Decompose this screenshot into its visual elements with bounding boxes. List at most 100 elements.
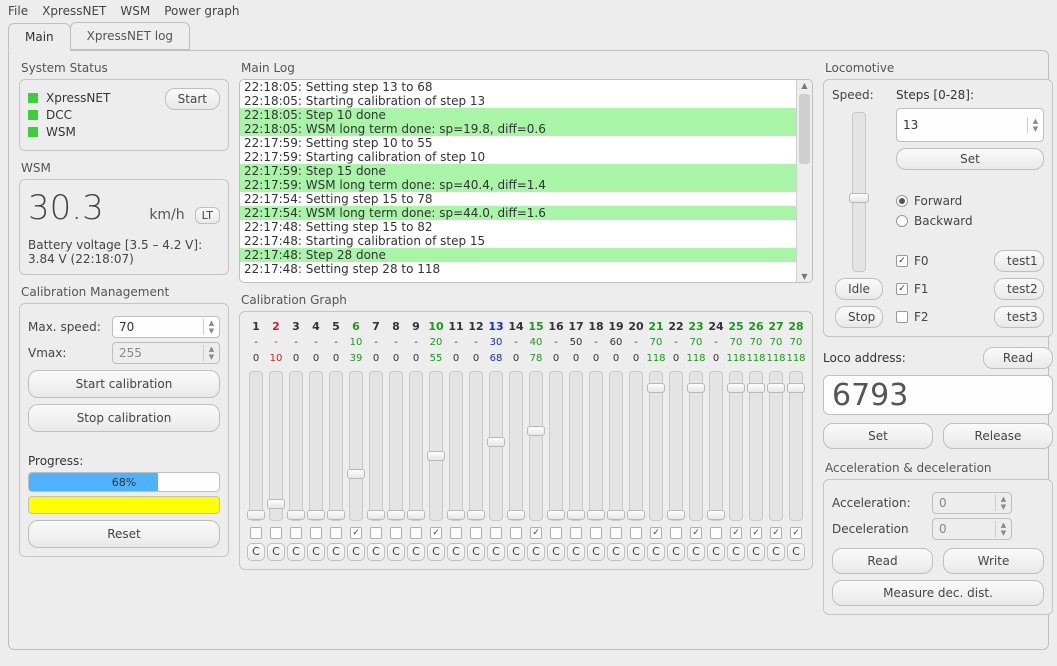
cal-c-button[interactable]: C bbox=[707, 543, 725, 561]
test1-button[interactable]: test1 bbox=[994, 250, 1044, 272]
cal-c-button[interactable]: C bbox=[487, 543, 505, 561]
cal-checkbox[interactable] bbox=[310, 527, 322, 539]
cal-slider[interactable] bbox=[489, 371, 503, 521]
cal-slider[interactable] bbox=[389, 371, 403, 521]
release-address-button[interactable]: Release bbox=[943, 423, 1053, 449]
cal-checkbox[interactable]: ✓ bbox=[730, 527, 742, 539]
cal-slider[interactable] bbox=[469, 371, 483, 521]
cal-c-button[interactable]: C bbox=[747, 543, 765, 561]
speed-slider[interactable] bbox=[852, 112, 866, 272]
log-line[interactable]: 22:18:05: WSM long term done: sp=19.8, d… bbox=[240, 122, 796, 136]
cal-checkbox[interactable] bbox=[570, 527, 582, 539]
cal-c-button[interactable]: C bbox=[667, 543, 685, 561]
cal-slider[interactable] bbox=[329, 371, 343, 521]
log-line[interactable]: 22:17:48: Step 28 done bbox=[240, 248, 796, 262]
loco-address-input[interactable]: 6793 bbox=[823, 375, 1053, 415]
cal-c-button[interactable]: C bbox=[427, 543, 445, 561]
cal-slider[interactable] bbox=[249, 371, 263, 521]
tab-xpressnet-log[interactable]: XpressNET log bbox=[70, 22, 190, 50]
cal-checkbox[interactable]: ✓ bbox=[750, 527, 762, 539]
stop-button[interactable]: Stop bbox=[835, 306, 883, 328]
slider-thumb-icon[interactable] bbox=[407, 510, 425, 520]
slider-thumb-icon[interactable] bbox=[367, 510, 385, 520]
slider-thumb-icon[interactable] bbox=[587, 510, 605, 520]
cal-checkbox[interactable] bbox=[410, 527, 422, 539]
slider-thumb-icon[interactable] bbox=[267, 499, 285, 509]
cal-c-button[interactable]: C bbox=[387, 543, 405, 561]
cal-checkbox[interactable] bbox=[270, 527, 282, 539]
cal-checkbox[interactable]: ✓ bbox=[530, 527, 542, 539]
set-address-button[interactable]: Set bbox=[823, 423, 933, 449]
stop-calibration-button[interactable]: Stop calibration bbox=[28, 404, 220, 432]
max-speed-input[interactable]: 70 ▲▼ bbox=[112, 316, 220, 338]
cal-checkbox[interactable] bbox=[290, 527, 302, 539]
test3-button[interactable]: test3 bbox=[994, 306, 1044, 328]
slider-thumb-icon[interactable] bbox=[787, 383, 805, 393]
cal-c-button[interactable]: C bbox=[407, 543, 425, 561]
menu-file[interactable]: File bbox=[8, 4, 28, 18]
spin-arrows-icon[interactable]: ▲▼ bbox=[203, 319, 219, 335]
cal-checkbox[interactable] bbox=[330, 527, 342, 539]
cal-checkbox[interactable] bbox=[550, 527, 562, 539]
cal-checkbox[interactable]: ✓ bbox=[350, 527, 362, 539]
log-line[interactable]: 22:17:48: Setting step 15 to 82 bbox=[240, 220, 796, 234]
read-address-button[interactable]: Read bbox=[983, 347, 1053, 369]
cal-checkbox[interactable] bbox=[390, 527, 402, 539]
deceleration-input[interactable]: 0 ▲▼ bbox=[932, 518, 1012, 540]
test2-button[interactable]: test2 bbox=[994, 278, 1044, 300]
scroll-down-icon[interactable]: ▼ bbox=[797, 272, 812, 281]
scroll-up-icon[interactable]: ▲ bbox=[797, 81, 812, 90]
spin-arrows-icon[interactable]: ▲▼ bbox=[1027, 117, 1043, 133]
cal-slider[interactable] bbox=[529, 371, 543, 521]
cal-c-button[interactable]: C bbox=[627, 543, 645, 561]
slider-thumb-icon[interactable] bbox=[507, 510, 525, 520]
slider-thumb-icon[interactable] bbox=[747, 383, 765, 393]
slider-thumb-icon[interactable] bbox=[647, 383, 665, 393]
cal-c-button[interactable]: C bbox=[307, 543, 325, 561]
cal-slider[interactable] bbox=[369, 371, 383, 521]
lt-button[interactable]: LT bbox=[195, 207, 220, 224]
log-line[interactable]: 22:18:05: Setting step 13 to 68 bbox=[240, 80, 796, 94]
backward-radio[interactable]: Backward bbox=[896, 214, 1044, 228]
write-accel-button[interactable]: Write bbox=[943, 548, 1044, 574]
forward-radio[interactable]: Forward bbox=[896, 194, 1044, 208]
cal-c-button[interactable]: C bbox=[687, 543, 705, 561]
menu-xpressnet[interactable]: XpressNET bbox=[42, 4, 106, 18]
cal-c-button[interactable]: C bbox=[567, 543, 585, 561]
spin-arrows-icon[interactable]: ▲▼ bbox=[995, 495, 1011, 511]
slider-thumb-icon[interactable] bbox=[487, 437, 505, 447]
menu-wsm[interactable]: WSM bbox=[120, 4, 150, 18]
scrollbar[interactable]: ▲ ▼ bbox=[796, 80, 812, 282]
slider-thumb-icon[interactable] bbox=[849, 193, 869, 203]
spin-arrows-icon[interactable]: ▲▼ bbox=[995, 521, 1011, 537]
cal-slider[interactable] bbox=[409, 371, 423, 521]
measure-dec-button[interactable]: Measure dec. dist. bbox=[832, 580, 1044, 606]
cal-checkbox[interactable] bbox=[630, 527, 642, 539]
cal-slider[interactable] bbox=[429, 371, 443, 521]
cal-c-button[interactable]: C bbox=[647, 543, 665, 561]
cal-slider[interactable] bbox=[709, 371, 723, 521]
cal-c-button[interactable]: C bbox=[267, 543, 285, 561]
cal-checkbox[interactable] bbox=[450, 527, 462, 539]
slider-thumb-icon[interactable] bbox=[727, 383, 745, 393]
slider-thumb-icon[interactable] bbox=[247, 510, 265, 520]
set-steps-button[interactable]: Set bbox=[896, 148, 1044, 170]
log-line[interactable]: 22:17:48: Starting calibration of step 1… bbox=[240, 234, 796, 248]
cal-checkbox[interactable] bbox=[510, 527, 522, 539]
cal-slider[interactable] bbox=[549, 371, 563, 521]
cal-checkbox[interactable] bbox=[370, 527, 382, 539]
cal-slider[interactable] bbox=[729, 371, 743, 521]
slider-thumb-icon[interactable] bbox=[627, 510, 645, 520]
cal-slider[interactable] bbox=[509, 371, 523, 521]
cal-checkbox[interactable] bbox=[610, 527, 622, 539]
log-line[interactable]: 22:17:59: Starting calibration of step 1… bbox=[240, 150, 796, 164]
cal-c-button[interactable]: C bbox=[767, 543, 785, 561]
slider-thumb-icon[interactable] bbox=[427, 451, 445, 461]
slider-thumb-icon[interactable] bbox=[567, 510, 585, 520]
cal-slider[interactable] bbox=[609, 371, 623, 521]
vmax-input[interactable]: 255 ▲▼ bbox=[112, 342, 220, 364]
f1-checkbox[interactable]: F1 bbox=[896, 282, 929, 296]
cal-checkbox[interactable] bbox=[590, 527, 602, 539]
cal-slider[interactable] bbox=[649, 371, 663, 521]
log-line[interactable]: 22:18:05: Step 10 done bbox=[240, 108, 796, 122]
